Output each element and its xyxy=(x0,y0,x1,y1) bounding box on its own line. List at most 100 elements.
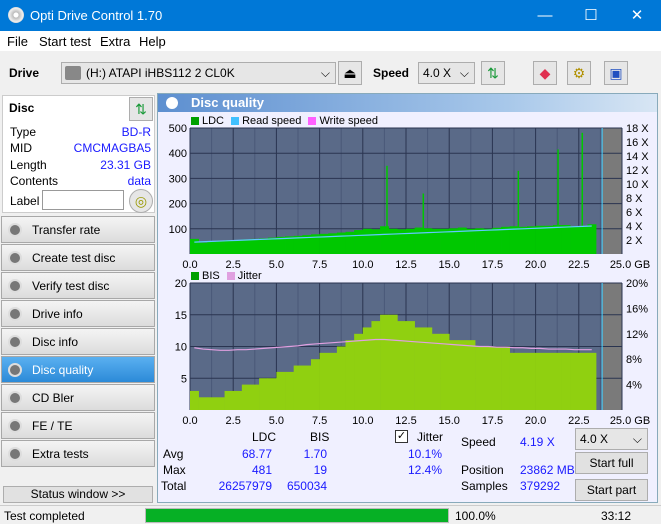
total-bis: 650034 xyxy=(286,479,327,493)
x-tick-label: 2.5 xyxy=(226,415,241,427)
bis-bar xyxy=(354,333,364,410)
bis-bar xyxy=(544,352,554,410)
bis-bar xyxy=(285,371,294,410)
bis-bar xyxy=(250,384,260,410)
y-tick-label: 100 xyxy=(169,224,187,236)
jitter-swatch xyxy=(226,272,235,281)
col-bis: BIS xyxy=(310,430,330,444)
x-tick-label: 5.0 xyxy=(269,259,284,271)
ldc-bar xyxy=(207,241,217,254)
bis-bar xyxy=(552,352,562,410)
y2-tick-label: 18 X xyxy=(626,123,649,135)
legend-jitter: Jitter xyxy=(237,270,262,282)
ldc-bar xyxy=(276,236,286,254)
bis-bar xyxy=(457,340,467,410)
col-ldc: LDC xyxy=(252,430,277,444)
test-speed-select[interactable]: 4.0 X ⌵ xyxy=(575,428,648,450)
y2-tick-label: 12% xyxy=(626,329,648,341)
x-tick-label: 7.5 xyxy=(312,415,327,427)
read-swatch xyxy=(231,117,240,126)
bis-bar xyxy=(259,378,269,410)
speed-stat-value: 4.19 X xyxy=(520,435,555,449)
start-part-button[interactable]: Start part xyxy=(575,479,648,501)
progress-text: 100.0% xyxy=(455,509,496,523)
position-value: 23862 MB xyxy=(520,463,575,477)
progress-fill xyxy=(146,509,448,522)
y2-tick-label: 8 X xyxy=(626,193,643,205)
bis-bar xyxy=(475,346,485,410)
x-tick-label: 12.5 xyxy=(395,415,416,427)
bis-bar xyxy=(466,340,476,410)
x-tick-label: 10.0 xyxy=(352,415,373,427)
y-tick-label: 15 xyxy=(175,310,187,322)
legend-read-speed: Read speed xyxy=(242,115,302,127)
write-swatch xyxy=(308,117,317,126)
ldc-bar xyxy=(475,228,485,254)
max-ldc: 481 xyxy=(251,463,272,477)
bis-legend: BIS Jitter xyxy=(191,270,262,282)
jitter-checkbox[interactable]: ✓ xyxy=(395,430,408,443)
ldc-bar xyxy=(198,242,208,254)
ldc-bar xyxy=(215,240,225,254)
x-tick-label: 12.5 xyxy=(395,259,416,271)
ldc-legend: LDC Read speed Write speed xyxy=(191,115,378,127)
ldc-bar xyxy=(285,236,294,254)
ldc-bar xyxy=(224,240,234,254)
bis-bar xyxy=(570,352,580,410)
bis-bar xyxy=(380,314,390,410)
ldc-bar xyxy=(190,238,199,254)
bis-bar xyxy=(233,390,243,410)
legend-ldc: LDC xyxy=(202,115,225,127)
bis-bar xyxy=(483,346,493,410)
x-tick-label: 17.5 xyxy=(482,259,503,271)
bis-bar xyxy=(319,352,329,410)
total-ldc: 26257979 xyxy=(218,479,272,493)
x-tick-label: 17.5 xyxy=(482,415,503,427)
status-text: Test completed xyxy=(4,509,85,523)
y-tick-label: 20 xyxy=(175,278,187,290)
charts: 100 200 300 400 500 2 X 4 X 6 X 8 X 10 X 12 X 14 X 1… xyxy=(169,123,651,427)
ldc-bar xyxy=(518,226,528,254)
bis-bar xyxy=(328,352,338,410)
bis-bar xyxy=(561,352,571,410)
ldc-bar xyxy=(509,226,519,254)
bis-bar xyxy=(310,359,320,410)
x-tick-label: 15.0 xyxy=(438,415,459,427)
ldc-bar xyxy=(259,238,269,254)
ldc-bar xyxy=(267,237,277,254)
y2-tick-label: 12 X xyxy=(626,165,649,177)
max-jitter: 12.4% xyxy=(407,463,442,477)
x-tick-label: 22.5 xyxy=(568,259,589,271)
avg-bis: 1.70 xyxy=(303,447,327,461)
bis-bar xyxy=(345,340,355,410)
bis-bar xyxy=(397,321,407,410)
bis-bar xyxy=(371,321,381,410)
bis-bar xyxy=(267,378,277,410)
bis-bar xyxy=(224,390,234,410)
status-bar: Test completed 100.0% 33:12 xyxy=(0,505,661,524)
ldc-bar xyxy=(526,226,536,254)
y2-tick-label: 20% xyxy=(626,278,648,290)
y-tick-label: 10 xyxy=(175,342,187,354)
start-full-button[interactable]: Start full xyxy=(575,452,648,474)
y-tick-label: 5 xyxy=(181,373,187,385)
bis-bar xyxy=(241,384,251,410)
unused-area xyxy=(602,128,622,254)
bis-bar xyxy=(302,365,312,410)
ldc-bar xyxy=(587,224,597,254)
bis-bar xyxy=(336,346,346,410)
bis-bar xyxy=(406,321,415,410)
bis-bar xyxy=(414,327,424,410)
progress-bar xyxy=(145,508,449,523)
legend-bis: BIS xyxy=(202,270,220,282)
y2-tick-label: 2 X xyxy=(626,235,643,247)
x-tick-label: 25.0 GB xyxy=(610,415,650,427)
x-tick-label: 5.0 xyxy=(269,415,284,427)
x-tick-label: 20.0 xyxy=(525,415,546,427)
bis-bar xyxy=(501,346,510,410)
y-tick-label: 300 xyxy=(169,173,187,185)
y2-tick-label: 6 X xyxy=(626,207,643,219)
ldc-bar xyxy=(535,225,545,254)
bis-swatch xyxy=(191,272,199,281)
ldc-bar xyxy=(371,229,381,254)
